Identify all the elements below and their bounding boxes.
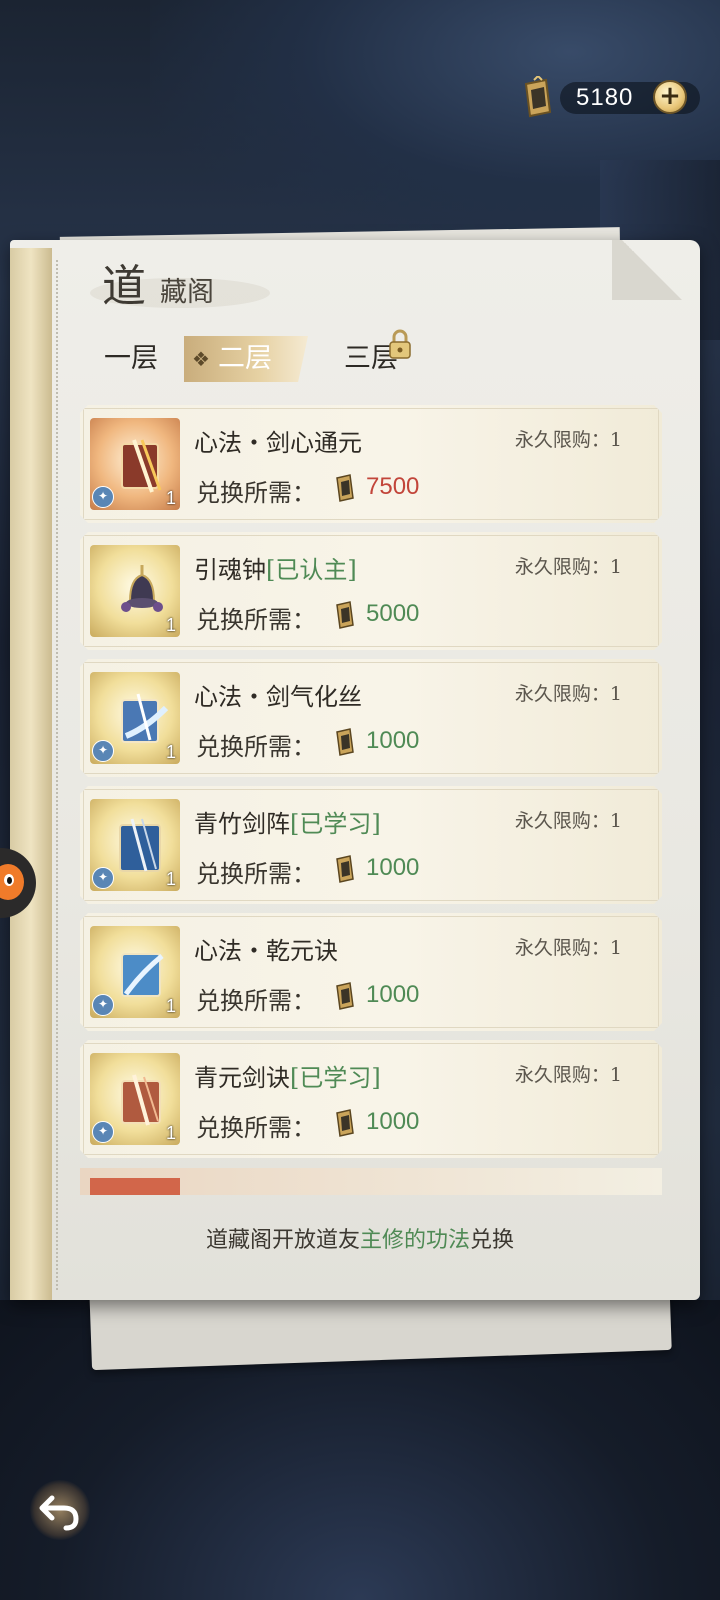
purchase-limit: 永久限购：1 <box>514 683 622 705</box>
token-icon <box>524 76 552 118</box>
lock-icon <box>389 329 411 359</box>
skill-type-badge: ✦ <box>92 740 114 762</box>
item-price: 1000 <box>366 981 420 1008</box>
list-item[interactable]: ✦ 1 青竹剑阵[已学习] 永久限购：1 兑换所需： 1000 <box>80 786 662 904</box>
mascot-pupil <box>7 877 12 884</box>
footer-note: 道藏阁开放道友主修的功法兑换 <box>205 1228 515 1253</box>
token-icon <box>336 855 354 883</box>
item-name: 引魂钟[已认主] <box>194 556 357 584</box>
item-list[interactable]: ✦ 1 心法・剑心通元 永久限购：1 兑换所需： 7500 1 引魂钟[已认主]… <box>80 405 662 1195</box>
item-thumbnail[interactable]: 1 <box>90 545 180 637</box>
token-icon <box>336 982 354 1010</box>
scroll-book-icon <box>119 818 161 872</box>
currency-amount: 5180 <box>576 84 634 111</box>
item-thumbnail[interactable]: ✦ 1 <box>90 418 180 510</box>
page-fold-corner <box>612 240 692 300</box>
item-price: 1000 <box>366 727 420 754</box>
item-count: 1 <box>165 1123 176 1143</box>
currency-display: 5180 + <box>520 76 700 120</box>
cost-label: 兑换所需： <box>196 606 316 634</box>
item-thumbnail[interactable]: ✦ 1 <box>90 926 180 1018</box>
item-count: 1 <box>165 869 176 889</box>
scroll-book-icon <box>121 439 162 493</box>
token-icon <box>336 728 354 756</box>
token-icon <box>336 601 354 629</box>
back-button[interactable] <box>30 1480 90 1540</box>
item-name: 心法・剑气化丝 <box>194 683 362 711</box>
cost-label: 兑换所需： <box>196 1114 316 1142</box>
list-item[interactable]: 1 引魂钟[已认主] 永久限购：1 兑换所需： 5000 <box>80 532 662 650</box>
token-icon <box>336 1109 354 1137</box>
add-currency-button[interactable]: + <box>653 80 687 114</box>
back-arrow-icon <box>39 1495 79 1531</box>
item-price: 1000 <box>366 1108 420 1135</box>
list-item[interactable]: ✦ 1 心法・剑心通元 永久限购：1 兑换所需： 7500 <box>80 405 662 523</box>
item-count: 1 <box>165 742 176 762</box>
purchase-limit: 永久限购：1 <box>514 556 622 578</box>
cost-label: 兑换所需： <box>196 987 316 1015</box>
book-spine <box>10 248 52 1300</box>
skill-type-badge: ✦ <box>92 486 114 508</box>
item-thumbnail[interactable]: ✦ 1 <box>90 799 180 891</box>
purchase-limit: 永久限购：1 <box>514 937 622 959</box>
tab-floor-1[interactable]: 一层 <box>104 336 158 382</box>
item-price: 7500 <box>366 473 420 500</box>
spine-stitch <box>56 260 58 1290</box>
skill-type-badge: ✦ <box>92 867 114 889</box>
active-tab-marker: ❖ <box>192 347 210 371</box>
item-count: 1 <box>165 996 176 1016</box>
scroll-book-icon <box>121 953 164 997</box>
scroll-book-icon <box>121 1074 161 1126</box>
scroll-book-icon <box>121 693 169 743</box>
cost-label: 兑换所需： <box>196 479 316 507</box>
tab-label: 二层 <box>218 343 272 374</box>
item-price: 5000 <box>366 600 420 627</box>
item-price: 1000 <box>366 854 420 881</box>
skill-type-badge: ✦ <box>92 994 114 1016</box>
page-title-main: 道 <box>102 261 146 312</box>
token-icon <box>336 474 354 502</box>
skill-type-badge: ✦ <box>92 1121 114 1143</box>
tab-floor-2[interactable]: ❖ 二层 <box>184 336 308 382</box>
item-count: 1 <box>165 615 176 635</box>
item-name: 青元剑诀[已学习] <box>194 1064 381 1092</box>
page-title-sub: 藏阁 <box>160 277 214 308</box>
cost-label: 兑换所需： <box>196 733 316 761</box>
list-item[interactable]: ✦ 1 心法・乾元诀 永久限购：1 兑换所需： 1000 <box>80 913 662 1031</box>
item-thumbnail[interactable]: ✦ 1 <box>90 672 180 764</box>
list-item-partial[interactable] <box>80 1168 662 1195</box>
purchase-limit: 永久限购：1 <box>514 429 622 451</box>
list-item[interactable]: ✦ 1 青元剑诀[已学习] 永久限购：1 兑换所需： 1000 <box>80 1040 662 1158</box>
cost-label: 兑换所需： <box>196 860 316 888</box>
item-thumbnail <box>90 1178 180 1195</box>
item-name: 青竹剑阵[已学习] <box>194 810 381 838</box>
purchase-limit: 永久限购：1 <box>514 810 622 832</box>
bell-icon <box>121 565 163 612</box>
purchase-limit: 永久限购：1 <box>514 1064 622 1086</box>
item-count: 1 <box>165 488 176 508</box>
item-name: 心法・乾元诀 <box>194 937 338 965</box>
item-name: 心法・剑心通元 <box>194 429 362 457</box>
item-thumbnail[interactable]: ✦ 1 <box>90 1053 180 1145</box>
list-item[interactable]: ✦ 1 心法・剑气化丝 永久限购：1 兑换所需： 1000 <box>80 659 662 777</box>
